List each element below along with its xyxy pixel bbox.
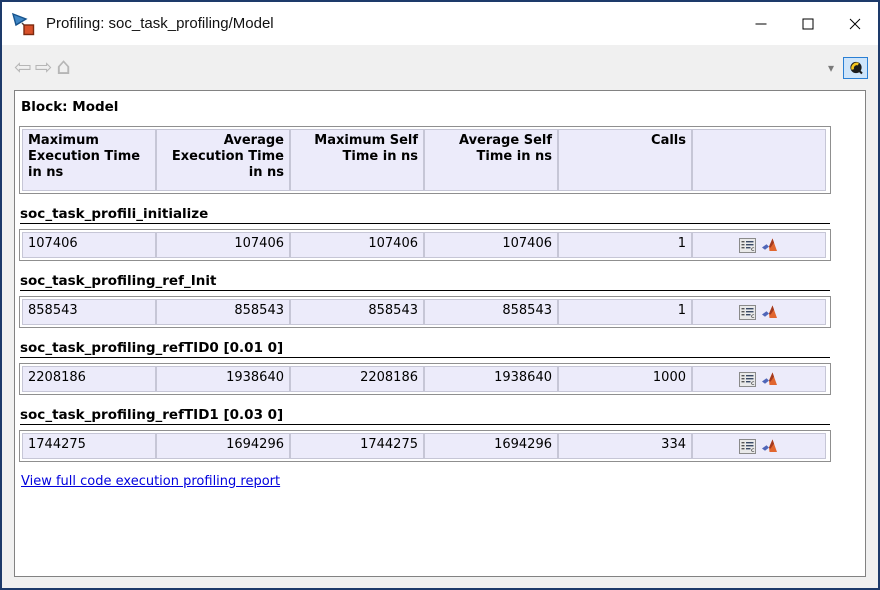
svg-text:c: c: [751, 245, 755, 253]
column-header-max-execution: Maximum Execution Time in ns: [22, 129, 156, 191]
max-execution-value: 858543: [22, 299, 156, 325]
toolbar-right-group: ▾: [828, 57, 868, 79]
matlab-logo-icon[interactable]: [761, 237, 779, 253]
column-header-max-self: Maximum Self Time in ns: [290, 129, 424, 191]
window-controls: [737, 2, 878, 45]
report-client-area: Block: Model Maximum Execution Time in n…: [14, 90, 866, 577]
svg-text:c: c: [751, 312, 755, 320]
profiling-report-panel: Block: Model Maximum Execution Time in n…: [14, 90, 866, 577]
profiling-window: Profiling: soc_task_profiling/Model ⇦ ⇨ …: [0, 0, 880, 590]
svg-text:c: c: [751, 446, 755, 454]
window-title: Profiling: soc_task_profiling/Model: [46, 15, 274, 32]
matlab-logo-icon[interactable]: [761, 371, 779, 387]
avg-self-value: 107406: [424, 232, 558, 258]
simulink-profiling-icon: [11, 11, 37, 37]
column-header-avg-execution: Average Execution Time in ns: [156, 129, 290, 191]
table-row: 107406 107406 107406 107406 1 c: [19, 229, 831, 261]
section-title: soc_task_profili_initialize: [20, 206, 830, 224]
chevron-down-icon[interactable]: ▾: [828, 61, 834, 75]
max-execution-value: 107406: [22, 232, 156, 258]
forward-icon[interactable]: ⇨: [35, 57, 53, 78]
matlab-logo-icon[interactable]: [761, 438, 779, 454]
matlab-logo-icon[interactable]: [761, 304, 779, 320]
avg-self-value: 858543: [424, 299, 558, 325]
close-button[interactable]: [831, 2, 878, 45]
block-label: Block: Model: [21, 99, 865, 115]
column-header-actions: [692, 129, 826, 191]
avg-execution-value: 1938640: [156, 366, 290, 392]
actions-cell: c: [692, 232, 826, 258]
table-row: 1744275 1694296 1744275 1694296 334 c: [19, 430, 831, 462]
avg-execution-value: 858543: [156, 299, 290, 325]
back-icon[interactable]: ⇦: [14, 57, 32, 78]
avg-execution-value: 107406: [156, 232, 290, 258]
full-report-link[interactable]: View full code execution profiling repor…: [21, 474, 280, 489]
table-header-row: Maximum Execution Time in ns Average Exe…: [19, 126, 831, 194]
section-title: soc_task_profiling_refTID0 [0.01 0]: [20, 340, 830, 358]
calls-value: 334: [558, 433, 692, 459]
max-execution-value: 2208186: [22, 366, 156, 392]
minimize-button[interactable]: [737, 2, 784, 45]
actions-cell: c: [692, 299, 826, 325]
code-report-icon[interactable]: c: [739, 305, 756, 320]
avg-self-value: 1694296: [424, 433, 558, 459]
calls-value: 1: [558, 232, 692, 258]
avg-self-value: 1938640: [424, 366, 558, 392]
actions-cell: c: [692, 433, 826, 459]
max-self-value: 858543: [290, 299, 424, 325]
calls-value: 1: [558, 299, 692, 325]
max-self-value: 1744275: [290, 433, 424, 459]
column-header-avg-self: Average Self Time in ns: [424, 129, 558, 191]
actions-cell: c: [692, 366, 826, 392]
section-title: soc_task_profiling_refTID1 [0.03 0]: [20, 407, 830, 425]
table-row: 858543 858543 858543 858543 1 c: [19, 296, 831, 328]
calls-value: 1000: [558, 366, 692, 392]
highlight-block-button[interactable]: [843, 57, 868, 79]
code-report-icon[interactable]: c: [739, 372, 756, 387]
navigation-toolbar: ⇦ ⇨ ⌂ ▾: [2, 45, 878, 90]
section-title: soc_task_profiling_ref_Init: [20, 273, 830, 291]
maximize-button[interactable]: [784, 2, 831, 45]
svg-text:c: c: [751, 379, 755, 387]
max-execution-value: 1744275: [22, 433, 156, 459]
title-bar: Profiling: soc_task_profiling/Model: [2, 2, 878, 45]
highlight-icon: [848, 60, 864, 75]
home-icon[interactable]: ⌂: [56, 56, 71, 79]
max-self-value: 107406: [290, 232, 424, 258]
max-self-value: 2208186: [290, 366, 424, 392]
code-report-icon[interactable]: c: [739, 238, 756, 253]
code-report-icon[interactable]: c: [739, 439, 756, 454]
table-row: 2208186 1938640 2208186 1938640 1000 c: [19, 363, 831, 395]
column-header-calls: Calls: [558, 129, 692, 191]
avg-execution-value: 1694296: [156, 433, 290, 459]
